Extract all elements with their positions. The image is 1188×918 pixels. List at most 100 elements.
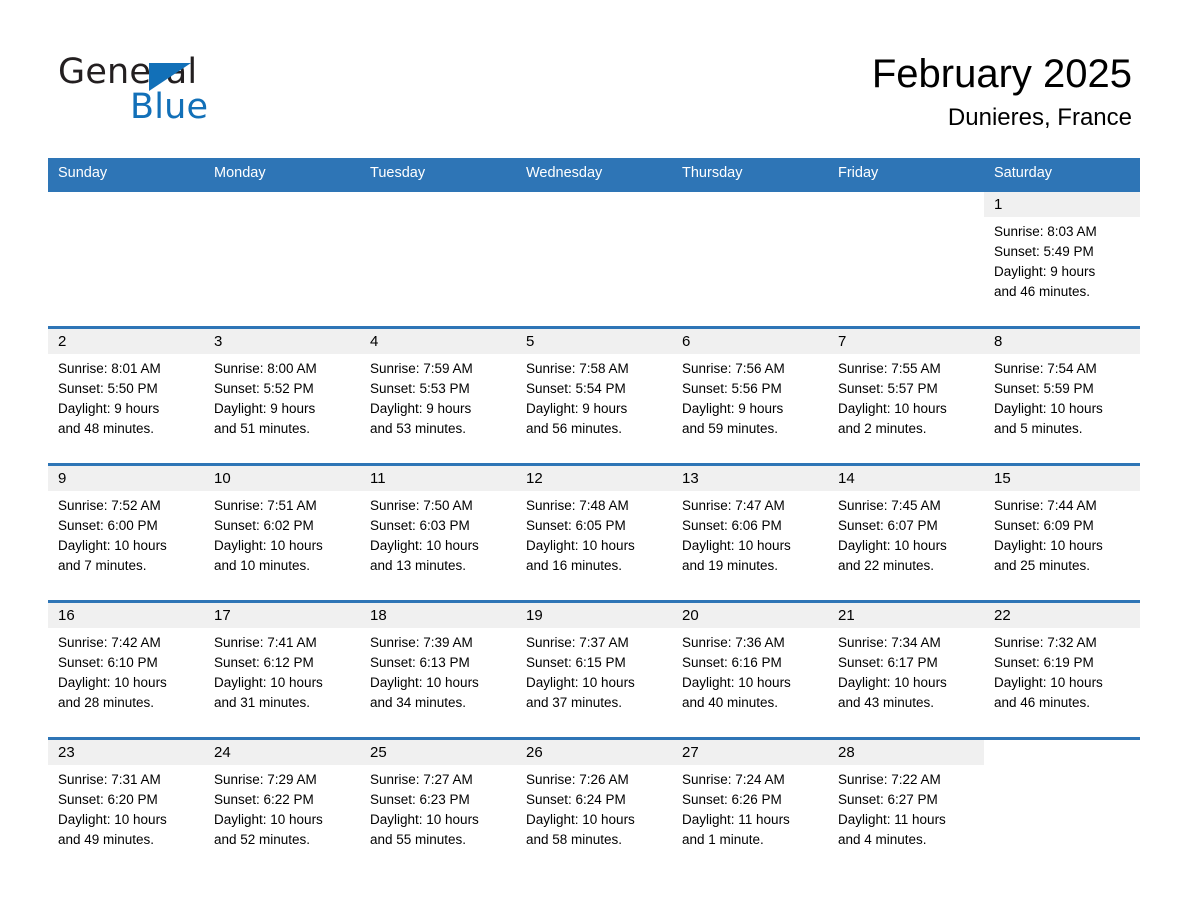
- calendar-week-row: 23 Sunrise: 7:31 AM Sunset: 6:20 PM Dayl…: [48, 737, 1140, 874]
- day-cell[interactable]: 9 Sunrise: 7:52 AM Sunset: 6:00 PM Dayli…: [48, 466, 204, 600]
- day-number-band: 20: [672, 603, 828, 628]
- sunrise-text: Sunrise: 8:01 AM: [58, 361, 161, 376]
- day-cell[interactable]: 2 Sunrise: 8:01 AM Sunset: 5:50 PM Dayli…: [48, 329, 204, 463]
- day-cell[interactable]: 27 Sunrise: 7:24 AM Sunset: 6:26 PM Dayl…: [672, 740, 828, 874]
- daylight-text-line1: Daylight: 10 hours: [370, 538, 479, 553]
- day-number: 24: [214, 744, 231, 761]
- day-details: Sunrise: 7:44 AM Sunset: 6:09 PM Dayligh…: [984, 491, 1140, 576]
- daylight-text-line2: and 5 minutes.: [994, 421, 1083, 436]
- daylight-text-line2: and 40 minutes.: [682, 695, 779, 710]
- day-details: Sunrise: 7:52 AM Sunset: 6:00 PM Dayligh…: [48, 491, 204, 576]
- day-cell[interactable]: 28 Sunrise: 7:22 AM Sunset: 6:27 PM Dayl…: [828, 740, 984, 874]
- sunrise-text: Sunrise: 7:51 AM: [214, 498, 317, 513]
- daylight-text-line2: and 51 minutes.: [214, 421, 311, 436]
- day-number-band: 5: [516, 329, 672, 354]
- day-number-band: 21: [828, 603, 984, 628]
- day-cell[interactable]: 21 Sunrise: 7:34 AM Sunset: 6:17 PM Dayl…: [828, 603, 984, 737]
- sunrise-text: Sunrise: 8:03 AM: [994, 224, 1097, 239]
- daylight-text-line1: Daylight: 10 hours: [214, 538, 323, 553]
- day-number: 16: [58, 607, 75, 624]
- daylight-text-line1: Daylight: 10 hours: [526, 675, 635, 690]
- day-cell[interactable]: 17 Sunrise: 7:41 AM Sunset: 6:12 PM Dayl…: [204, 603, 360, 737]
- day-number-band: 15: [984, 466, 1140, 491]
- sunrise-text: Sunrise: 7:27 AM: [370, 772, 473, 787]
- day-cell[interactable]: 20 Sunrise: 7:36 AM Sunset: 6:16 PM Dayl…: [672, 603, 828, 737]
- daylight-text-line1: Daylight: 9 hours: [58, 401, 160, 416]
- day-cell[interactable]: 16 Sunrise: 7:42 AM Sunset: 6:10 PM Dayl…: [48, 603, 204, 737]
- day-details: Sunrise: 7:42 AM Sunset: 6:10 PM Dayligh…: [48, 628, 204, 713]
- day-cell[interactable]: 5 Sunrise: 7:58 AM Sunset: 5:54 PM Dayli…: [516, 329, 672, 463]
- day-cell[interactable]: 13 Sunrise: 7:47 AM Sunset: 6:06 PM Dayl…: [672, 466, 828, 600]
- day-details: Sunrise: 7:58 AM Sunset: 5:54 PM Dayligh…: [516, 354, 672, 439]
- day-number-band: 4: [360, 329, 516, 354]
- calendar-cell: 18 Sunrise: 7:39 AM Sunset: 6:13 PM Dayl…: [360, 600, 516, 739]
- sunrise-text: Sunrise: 7:39 AM: [370, 635, 473, 650]
- sunrise-text: Sunrise: 7:42 AM: [58, 635, 161, 650]
- daylight-text-line2: and 53 minutes.: [370, 421, 467, 436]
- day-number-band: 6: [672, 329, 828, 354]
- day-details: Sunrise: 7:39 AM Sunset: 6:13 PM Dayligh…: [360, 628, 516, 713]
- weekday-header-thursday: Thursday: [672, 158, 828, 191]
- day-details: Sunrise: 7:22 AM Sunset: 6:27 PM Dayligh…: [828, 765, 984, 850]
- day-number-band: 8: [984, 329, 1140, 354]
- calendar-cell: 17 Sunrise: 7:41 AM Sunset: 6:12 PM Dayl…: [204, 600, 360, 739]
- daylight-text-line1: Daylight: 10 hours: [994, 675, 1103, 690]
- day-cell[interactable]: 25 Sunrise: 7:27 AM Sunset: 6:23 PM Dayl…: [360, 740, 516, 874]
- sunset-text: Sunset: 6:20 PM: [58, 792, 158, 807]
- day-cell[interactable]: 24 Sunrise: 7:29 AM Sunset: 6:22 PM Dayl…: [204, 740, 360, 874]
- day-cell[interactable]: 8 Sunrise: 7:54 AM Sunset: 5:59 PM Dayli…: [984, 329, 1140, 463]
- day-cell[interactable]: 18 Sunrise: 7:39 AM Sunset: 6:13 PM Dayl…: [360, 603, 516, 737]
- day-details: Sunrise: 8:03 AM Sunset: 5:49 PM Dayligh…: [984, 217, 1140, 302]
- day-number-band: 18: [360, 603, 516, 628]
- calendar-cell: 16 Sunrise: 7:42 AM Sunset: 6:10 PM Dayl…: [48, 600, 204, 739]
- calendar-cell: 2 Sunrise: 8:01 AM Sunset: 5:50 PM Dayli…: [48, 326, 204, 465]
- sunrise-text: Sunrise: 7:41 AM: [214, 635, 317, 650]
- day-number: 26: [526, 744, 543, 761]
- day-cell[interactable]: 26 Sunrise: 7:26 AM Sunset: 6:24 PM Dayl…: [516, 740, 672, 874]
- day-cell[interactable]: 3 Sunrise: 8:00 AM Sunset: 5:52 PM Dayli…: [204, 329, 360, 463]
- day-number-band: 22: [984, 603, 1140, 628]
- day-cell[interactable]: 23 Sunrise: 7:31 AM Sunset: 6:20 PM Dayl…: [48, 740, 204, 874]
- general-blue-logo: General Blue: [58, 52, 318, 128]
- daylight-text-line1: Daylight: 9 hours: [994, 264, 1096, 279]
- day-number-band: 25: [360, 740, 516, 765]
- sunset-text: Sunset: 6:02 PM: [214, 518, 314, 533]
- day-number-band: 3: [204, 329, 360, 354]
- daylight-text-line1: Daylight: 11 hours: [838, 812, 946, 827]
- day-cell[interactable]: 14 Sunrise: 7:45 AM Sunset: 6:07 PM Dayl…: [828, 466, 984, 600]
- sunrise-text: Sunrise: 7:48 AM: [526, 498, 629, 513]
- day-cell[interactable]: 6 Sunrise: 7:56 AM Sunset: 5:56 PM Dayli…: [672, 329, 828, 463]
- daylight-text-line1: Daylight: 10 hours: [214, 675, 323, 690]
- daylight-text-line2: and 25 minutes.: [994, 558, 1091, 573]
- sunset-text: Sunset: 6:27 PM: [838, 792, 938, 807]
- day-cell[interactable]: 10 Sunrise: 7:51 AM Sunset: 6:02 PM Dayl…: [204, 466, 360, 600]
- calendar-cell: 6 Sunrise: 7:56 AM Sunset: 5:56 PM Dayli…: [672, 326, 828, 465]
- calendar-week-row: 9 Sunrise: 7:52 AM Sunset: 6:00 PM Dayli…: [48, 463, 1140, 602]
- day-cell[interactable]: 1 Sunrise: 8:03 AM Sunset: 5:49 PM Dayli…: [984, 192, 1140, 326]
- page-subtitle: Dunieres, France: [947, 104, 1132, 131]
- sunset-text: Sunset: 6:15 PM: [526, 655, 626, 670]
- day-number: 7: [838, 333, 847, 350]
- day-cell[interactable]: 15 Sunrise: 7:44 AM Sunset: 6:09 PM Dayl…: [984, 466, 1140, 600]
- daylight-text-line2: and 1 minute.: [682, 832, 764, 847]
- sunrise-text: Sunrise: 7:52 AM: [58, 498, 161, 513]
- day-number-band: 7: [828, 329, 984, 354]
- weekday-header-wednesday: Wednesday: [516, 158, 672, 191]
- calendar-cell: 22 Sunrise: 7:32 AM Sunset: 6:19 PM Dayl…: [984, 600, 1140, 739]
- day-number-band: 28: [828, 740, 984, 765]
- calendar-cell: 21 Sunrise: 7:34 AM Sunset: 6:17 PM Dayl…: [828, 600, 984, 739]
- day-details: Sunrise: 7:29 AM Sunset: 6:22 PM Dayligh…: [204, 765, 360, 850]
- calendar-cell: [828, 189, 984, 328]
- day-cell[interactable]: 12 Sunrise: 7:48 AM Sunset: 6:05 PM Dayl…: [516, 466, 672, 600]
- daylight-text-line2: and 48 minutes.: [58, 421, 155, 436]
- day-cell[interactable]: 22 Sunrise: 7:32 AM Sunset: 6:19 PM Dayl…: [984, 603, 1140, 737]
- day-cell[interactable]: 11 Sunrise: 7:50 AM Sunset: 6:03 PM Dayl…: [360, 466, 516, 600]
- calendar-cell: 7 Sunrise: 7:55 AM Sunset: 5:57 PM Dayli…: [828, 326, 984, 465]
- day-number: 15: [994, 470, 1011, 487]
- day-details: Sunrise: 7:31 AM Sunset: 6:20 PM Dayligh…: [48, 765, 204, 850]
- day-cell[interactable]: 7 Sunrise: 7:55 AM Sunset: 5:57 PM Dayli…: [828, 329, 984, 463]
- daylight-text-line1: Daylight: 10 hours: [526, 812, 635, 827]
- day-cell[interactable]: 19 Sunrise: 7:37 AM Sunset: 6:15 PM Dayl…: [516, 603, 672, 737]
- sunrise-text: Sunrise: 7:45 AM: [838, 498, 941, 513]
- day-cell[interactable]: 4 Sunrise: 7:59 AM Sunset: 5:53 PM Dayli…: [360, 329, 516, 463]
